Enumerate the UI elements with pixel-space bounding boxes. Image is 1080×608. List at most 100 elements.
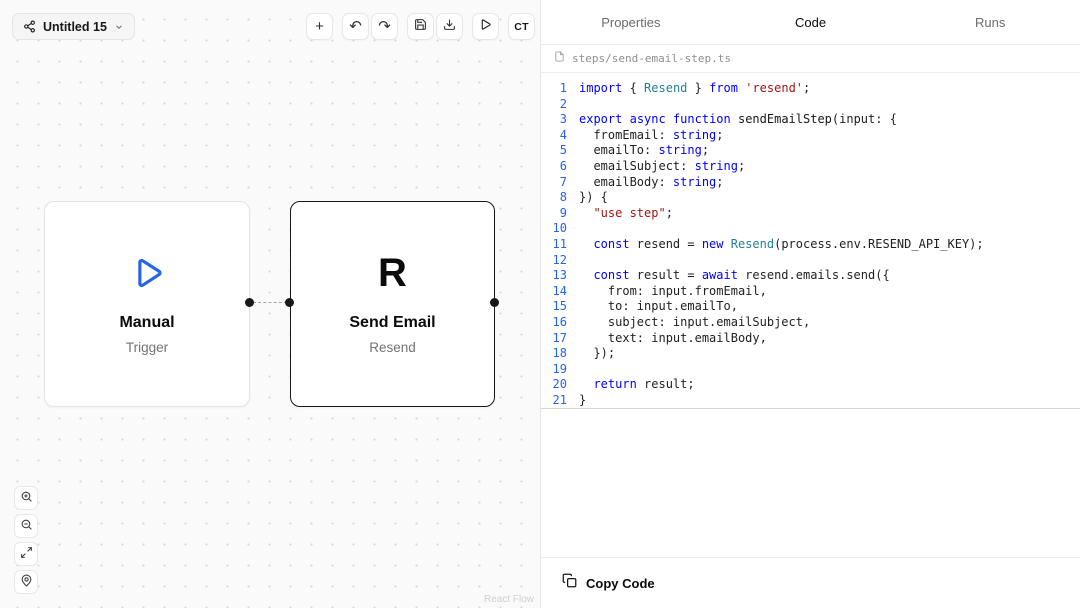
copy-code-button[interactable]: Copy Code (541, 557, 1080, 608)
panel-tabs: Properties Code Runs (541, 0, 1080, 45)
handle-manual-source[interactable] (245, 298, 254, 307)
plus-icon: + (315, 19, 324, 34)
line-number: 15 (541, 299, 567, 315)
code-editor[interactable]: 1import { Resend } from 'resend';23 expor… (541, 72, 1080, 557)
handle-sendemail-source[interactable] (490, 298, 499, 307)
workflow-icon (23, 20, 36, 33)
save-button[interactable] (407, 13, 434, 40)
undo-button[interactable]: ↶ (342, 13, 369, 40)
add-node-button[interactable]: + (306, 13, 333, 40)
edge-connector (253, 302, 287, 303)
workflow-name: Untitled 15 (43, 20, 107, 34)
canvas-controls (14, 486, 38, 594)
react-flow-attribution[interactable]: React Flow (484, 594, 534, 605)
line-number: 6 (541, 159, 567, 175)
file-bar: steps/send-email-step.ts (541, 45, 1080, 73)
tab-code[interactable]: Code (721, 15, 901, 30)
line-content: }) { (579, 190, 608, 206)
code-line: 9 "use step"; (541, 206, 1080, 222)
fit-view-button[interactable] (14, 542, 38, 566)
chevron-down-icon (114, 22, 124, 32)
line-number: 14 (541, 284, 567, 300)
tab-properties[interactable]: Properties (541, 15, 721, 30)
code-line: 16 subject: input.emailSubject, (541, 315, 1080, 331)
canvas-toolbar: + ↶ ↷ (306, 13, 535, 40)
node-title: Send Email (349, 314, 435, 332)
pin-button[interactable] (14, 570, 38, 594)
code-line: 13 const result = await resend.emails.se… (541, 268, 1080, 284)
copy-code-label: Copy Code (586, 576, 655, 591)
play-icon (128, 251, 166, 295)
code-line: 7 emailBody: string; (541, 175, 1080, 191)
node-subtitle: Trigger (126, 340, 168, 355)
code-line: 20 return result; (541, 377, 1080, 393)
line-number: 3 (541, 112, 567, 128)
play-icon (479, 18, 492, 35)
zoom-in-icon (20, 490, 33, 506)
resend-logo-letter: R (378, 253, 407, 293)
file-icon (554, 50, 565, 68)
download-icon (443, 18, 456, 35)
resend-logo: R (378, 251, 407, 295)
line-content: return result; (579, 377, 695, 393)
code-line: 11 const resend = new Resend(process.env… (541, 237, 1080, 253)
line-content: from: input.fromEmail, (579, 284, 767, 300)
line-content: const result = await resend.emails.send(… (579, 268, 890, 284)
code-line: 17 text: input.emailBody, (541, 331, 1080, 347)
line-number: 17 (541, 331, 567, 347)
line-content: to: input.emailTo, (579, 299, 738, 315)
line-number: 1 (541, 81, 567, 97)
fit-view-icon (20, 546, 33, 562)
app-window: Untitled 15 + ↶ ↷ (0, 0, 1080, 608)
line-number: 20 (541, 377, 567, 393)
code-line: 21} (541, 393, 1080, 410)
undo-icon: ↶ (349, 19, 362, 34)
line-content: fromEmail: string; (579, 128, 724, 144)
line-number: 13 (541, 268, 567, 284)
line-number: 18 (541, 346, 567, 362)
line-number: 2 (541, 97, 567, 113)
line-number: 11 (541, 237, 567, 253)
code-line: 12 (541, 253, 1080, 269)
line-content: subject: input.emailSubject, (579, 315, 810, 331)
code-line: 5 emailTo: string; (541, 143, 1080, 159)
node-manual-trigger[interactable]: Manual Trigger (44, 201, 250, 407)
line-content: }); (579, 346, 615, 362)
code-line: 1import { Resend } from 'resend'; (541, 81, 1080, 97)
file-path: steps/send-email-step.ts (572, 52, 731, 65)
line-number: 7 (541, 175, 567, 191)
line-number: 5 (541, 143, 567, 159)
line-content: text: input.emailBody, (579, 331, 767, 347)
node-subtitle: Resend (369, 340, 416, 355)
node-send-email[interactable]: R Send Email Resend (290, 201, 495, 407)
redo-button[interactable]: ↷ (371, 13, 398, 40)
line-content: export async function sendEmailStep(inpu… (579, 112, 897, 128)
line-number: 12 (541, 253, 567, 269)
zoom-in-button[interactable] (14, 486, 38, 510)
inspector-panel: Properties Code Runs steps/send-email-st… (540, 0, 1080, 608)
code-line: 8}) { (541, 190, 1080, 206)
zoom-out-icon (20, 518, 33, 534)
workflow-canvas[interactable]: Untitled 15 + ↶ ↷ (0, 0, 540, 608)
node-title: Manual (119, 314, 174, 332)
workflow-selector-button[interactable]: Untitled 15 (12, 13, 135, 40)
code-line: 2 (541, 97, 1080, 113)
run-workflow-button[interactable] (472, 13, 499, 40)
line-content: const resend = new Resend(process.env.RE… (579, 237, 984, 253)
zoom-out-button[interactable] (14, 514, 38, 538)
code-line: 4 fromEmail: string; (541, 128, 1080, 144)
line-number: 19 (541, 362, 567, 378)
pin-icon (20, 574, 33, 590)
avatar-initials: CT (514, 21, 528, 33)
line-number: 4 (541, 128, 567, 144)
save-icon (414, 18, 427, 35)
code-line: 3 export async function sendEmailStep(inp… (541, 112, 1080, 128)
handle-sendemail-target[interactable] (285, 298, 294, 307)
line-number: 21 (541, 393, 567, 409)
line-number: 9 (541, 206, 567, 222)
code-line: 19 (541, 362, 1080, 378)
tab-runs[interactable]: Runs (900, 15, 1080, 30)
download-button[interactable] (436, 13, 463, 40)
user-avatar-button[interactable]: CT (508, 13, 535, 40)
line-content: } (579, 393, 586, 409)
